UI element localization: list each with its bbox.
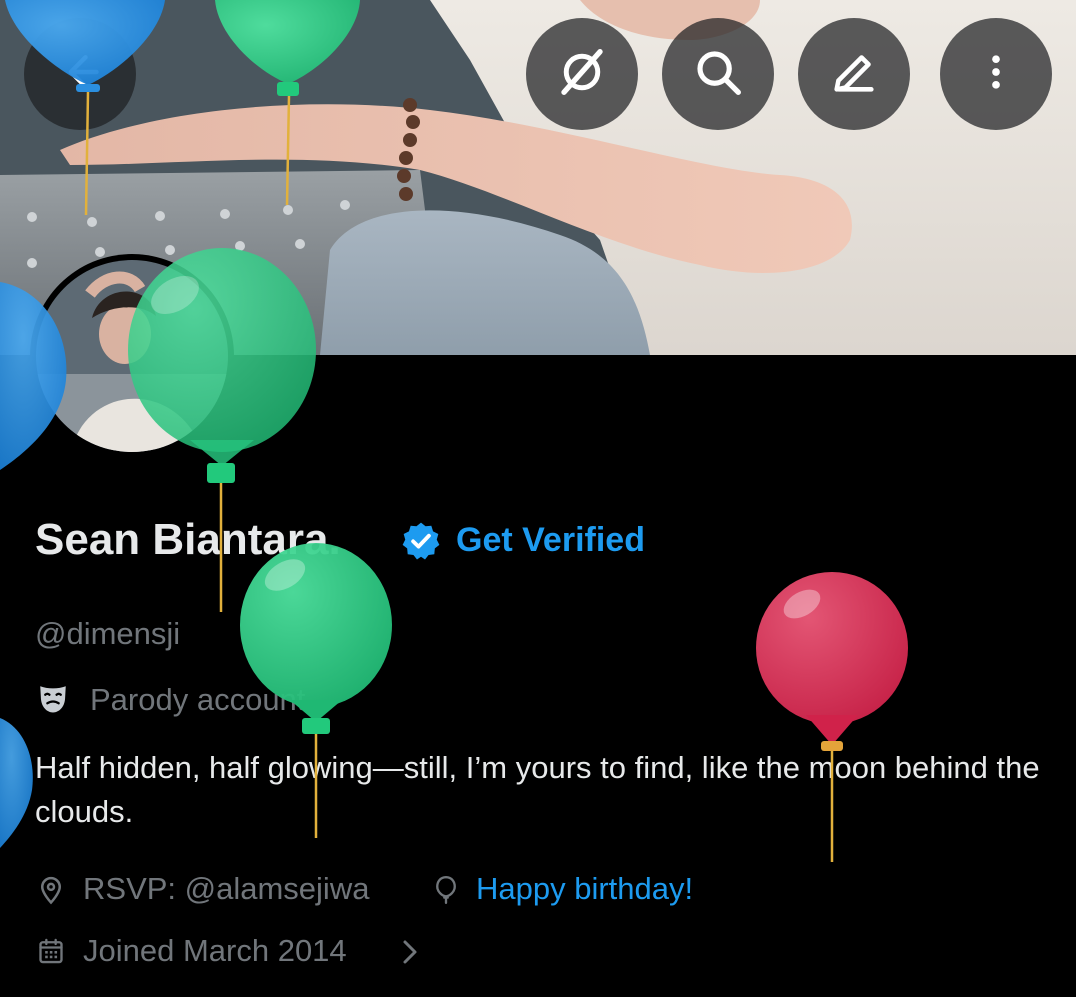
display-name: Sean Biantara. xyxy=(35,515,341,564)
theater-mask-icon xyxy=(36,682,70,721)
location-pin-icon xyxy=(36,874,66,911)
balloon-icon xyxy=(432,874,460,911)
more-button[interactable] xyxy=(940,18,1052,130)
profile-avatar[interactable] xyxy=(30,254,234,458)
calendar-icon xyxy=(37,936,65,971)
balloon-blue-lower xyxy=(0,718,33,848)
parody-label: Parody account xyxy=(90,682,306,717)
birthday-link[interactable]: Happy birthday! xyxy=(476,871,693,907)
get-verified-link[interactable]: Get Verified xyxy=(456,521,645,560)
search-button[interactable] xyxy=(662,18,774,130)
user-handle: @dimensji xyxy=(35,616,181,651)
more-vertical-icon xyxy=(974,50,1018,99)
location-text: RSVP: @alamsejiwa xyxy=(83,871,370,906)
grok-icon xyxy=(555,45,609,104)
search-icon xyxy=(691,45,745,104)
joined-date: Joined March 2014 xyxy=(83,933,347,968)
avatar-photo xyxy=(36,260,228,452)
arrow-left-icon xyxy=(58,50,102,99)
edit-icon xyxy=(828,46,880,103)
verified-badge-icon[interactable] xyxy=(400,520,442,567)
grok-button[interactable] xyxy=(526,18,638,130)
chevron-right-icon[interactable] xyxy=(399,937,421,972)
back-button[interactable] xyxy=(24,18,136,130)
profile-bio: Half hidden, half glowing—still, I’m you… xyxy=(35,750,1040,829)
edit-button[interactable] xyxy=(798,18,910,130)
